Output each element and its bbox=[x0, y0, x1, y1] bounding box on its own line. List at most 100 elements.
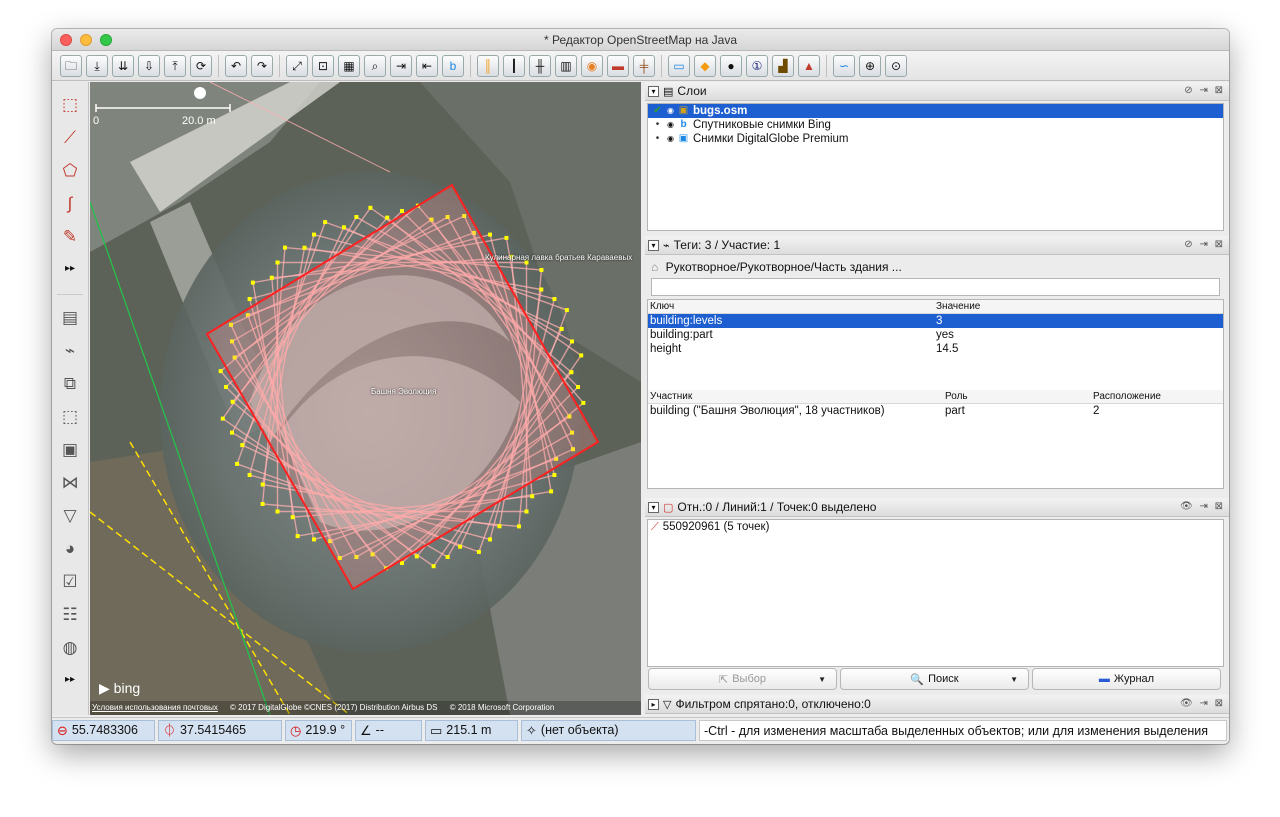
layers-panel-header[interactable]: ▾ ▤ Слои ⊘ ⇥ ⊠ bbox=[645, 82, 1229, 101]
value-column-header[interactable]: Значение bbox=[936, 300, 980, 314]
validator-icon[interactable]: ☑ bbox=[58, 569, 82, 593]
layer-row[interactable]: ✔ ◉ ▣ bugs.osm bbox=[648, 104, 1223, 118]
tag-row[interactable]: height 14.5 bbox=[648, 342, 1223, 356]
heading-field[interactable]: ◷ 219.9 ° bbox=[285, 719, 352, 741]
bag-button[interactable]: ◆ bbox=[694, 54, 716, 77]
close-window-button[interactable] bbox=[60, 34, 72, 46]
select-icon[interactable]: ⬚ bbox=[58, 92, 82, 116]
road-button[interactable]: ┃ bbox=[503, 54, 525, 77]
layers-icon[interactable]: ▤ bbox=[58, 305, 82, 329]
highway-button[interactable]: ║ bbox=[477, 54, 499, 77]
expand-icon[interactable]: ▸▸ bbox=[58, 257, 82, 281]
tracks-button[interactable]: ▥ bbox=[555, 54, 577, 77]
selection-icon[interactable]: ⬚ bbox=[58, 404, 82, 428]
search-button[interactable]: 🔍 Поиск ▼ bbox=[840, 668, 1029, 690]
tag-icon[interactable]: ⌁ bbox=[58, 338, 82, 362]
tag-filter-input[interactable] bbox=[651, 278, 1220, 296]
combine-way-button[interactable]: ⇤ bbox=[416, 54, 438, 77]
join-icon[interactable]: ⋈ bbox=[58, 470, 82, 494]
layer-row[interactable]: • ◉ b Спутниковые снимки Bing bbox=[648, 118, 1223, 132]
angle-field[interactable]: ∠ -- bbox=[355, 719, 422, 741]
key-column-header[interactable]: Ключ bbox=[650, 300, 674, 314]
split-way-button[interactable]: ⇥ bbox=[390, 54, 412, 77]
position-column-header[interactable]: Расположение bbox=[1093, 390, 1161, 404]
redo-button[interactable]: ↷ bbox=[251, 54, 273, 77]
zoom-to-selection-button[interactable]: ⊡ bbox=[312, 54, 334, 77]
longitude-field[interactable]: ⏀ 37.5415465 bbox=[158, 719, 282, 741]
layer-indent-icon[interactable]: • bbox=[651, 118, 664, 132]
tag-row[interactable]: building:levels 3 bbox=[648, 314, 1223, 328]
collapse-icon[interactable]: ▾ bbox=[648, 85, 659, 97]
wms-icon: ▦ bbox=[343, 58, 355, 73]
wall-button[interactable]: ▬ bbox=[607, 54, 629, 77]
distance-field[interactable]: ▭ 215.1 m bbox=[425, 719, 518, 741]
expand-more-icon[interactable]: ▸▸ bbox=[58, 668, 82, 692]
membership-row[interactable]: building ("Башня Эволюция", 18 участнико… bbox=[648, 404, 1223, 418]
zoom-in-button[interactable]: ⊕ bbox=[859, 54, 881, 77]
download-selection-button[interactable]: ⇩ bbox=[138, 54, 160, 77]
filter-icon[interactable]: ▽ bbox=[58, 503, 82, 527]
map-view[interactable]: 20.0 m 0 Башня Эволюция Кулинарная лавка… bbox=[90, 82, 641, 715]
curve-button[interactable]: ∽ bbox=[833, 54, 855, 77]
select-button[interactable]: ⇱ Выбор ▼ bbox=[648, 668, 837, 690]
pencil-icon[interactable]: ✎ bbox=[58, 224, 82, 248]
panel-controls[interactable]: 👁 ⇥ ⊠ bbox=[1180, 698, 1225, 709]
ball-button[interactable]: ● bbox=[720, 54, 742, 77]
wms-button[interactable]: ▦ bbox=[338, 54, 360, 77]
relation-icon[interactable]: ⧉ bbox=[58, 371, 82, 395]
selection-panel-header[interactable]: ▾ ▢ Отн.:0 / Линий:1 / Точек:0 выделено … bbox=[645, 498, 1229, 517]
checklist-icon[interactable]: ☷ bbox=[58, 602, 82, 626]
number-button[interactable]: ① bbox=[746, 54, 768, 77]
visibility-eye-icon[interactable]: ◉ bbox=[664, 104, 677, 118]
minimize-window-button[interactable] bbox=[80, 34, 92, 46]
collapse-icon[interactable]: ▾ bbox=[648, 239, 659, 251]
curve-tool-icon[interactable]: ∫ bbox=[58, 191, 82, 215]
railway-button[interactable]: ╫ bbox=[529, 54, 551, 77]
maximize-window-button[interactable] bbox=[100, 34, 112, 46]
search-button[interactable]: ⌕ bbox=[364, 54, 386, 77]
zoom-button[interactable]: ⊙ bbox=[885, 54, 907, 77]
download-button[interactable]: ⤓ bbox=[86, 54, 108, 77]
collapse-icon[interactable]: ▾ bbox=[648, 501, 659, 513]
palette-icon[interactable]: ◕ bbox=[58, 536, 82, 560]
download-along-button[interactable]: ⇊ bbox=[112, 54, 134, 77]
layer-indent-icon[interactable]: • bbox=[651, 132, 664, 146]
tag-row[interactable]: building:part yes bbox=[648, 328, 1223, 342]
panel-controls[interactable]: ⊘ ⇥ ⊠ bbox=[1184, 239, 1225, 250]
panel-controls[interactable]: 👁 ⇥ ⊠ bbox=[1180, 501, 1225, 512]
selection-item[interactable]: ⟋ 550920961 (5 точек) bbox=[648, 520, 1223, 534]
factory-button[interactable]: ▟ bbox=[772, 54, 794, 77]
rail-button[interactable]: ╪ bbox=[633, 54, 655, 77]
history-button[interactable]: ▬ Журнал bbox=[1032, 668, 1221, 690]
chevron-down-icon[interactable]: ▼ bbox=[818, 675, 826, 684]
globe-icon[interactable]: ◍ bbox=[58, 635, 82, 659]
draw-polygon-icon[interactable]: ⬠ bbox=[58, 158, 82, 182]
preset-row[interactable]: ⌂ Рукотворное/Рукотворное/Часть здания .… bbox=[647, 257, 1224, 277]
member-column-header[interactable]: Участник bbox=[650, 390, 692, 404]
update-data-button[interactable]: ⟳ bbox=[190, 54, 212, 77]
panel-controls[interactable]: ⊘ ⇥ ⊠ bbox=[1184, 85, 1225, 96]
layer-row[interactable]: • ◉ ▣ Снимки DigitalGlobe Premium bbox=[648, 132, 1223, 146]
bed-button[interactable]: ▭ bbox=[668, 54, 690, 77]
terms-link[interactable]: Условия использования почтовых bbox=[92, 703, 218, 712]
map-canvas[interactable] bbox=[90, 82, 641, 715]
expand-icon[interactable]: ▸ bbox=[648, 698, 659, 710]
undo-button[interactable]: ↶ bbox=[225, 54, 247, 77]
visibility-eye-icon[interactable]: ◉ bbox=[664, 118, 677, 132]
tags-panel-header[interactable]: ▾ ⌁ Теги: 3 / Участие: 1 ⊘ ⇥ ⊠ bbox=[645, 236, 1229, 255]
active-check-icon[interactable]: ✔ bbox=[651, 104, 664, 118]
latitude-field[interactable]: ⊖ 55.7483306 bbox=[52, 719, 155, 741]
open-file-button[interactable]: 🗀 bbox=[60, 54, 82, 77]
upload-button[interactable]: ⤒ bbox=[164, 54, 186, 77]
image-icon[interactable]: ▣ bbox=[58, 437, 82, 461]
zoom-to-data-button[interactable]: ⤢ bbox=[286, 54, 308, 77]
traffic-light-button[interactable]: ◉ bbox=[581, 54, 603, 77]
object-field[interactable]: ✧ (нет объекта) bbox=[521, 719, 696, 741]
visibility-eye-icon[interactable]: ◉ bbox=[664, 132, 677, 146]
filter-panel-header[interactable]: ▸ ▽ Фильтром спрятано:0, отключено:0 👁 ⇥… bbox=[645, 695, 1229, 714]
chevron-down-icon[interactable]: ▼ bbox=[1010, 675, 1018, 684]
draw-line-icon[interactable]: ⟋ bbox=[58, 125, 82, 149]
role-column-header[interactable]: Роль bbox=[945, 390, 968, 404]
bing-button[interactable]: b bbox=[442, 54, 464, 77]
mountain-button[interactable]: ▲ bbox=[798, 54, 820, 77]
